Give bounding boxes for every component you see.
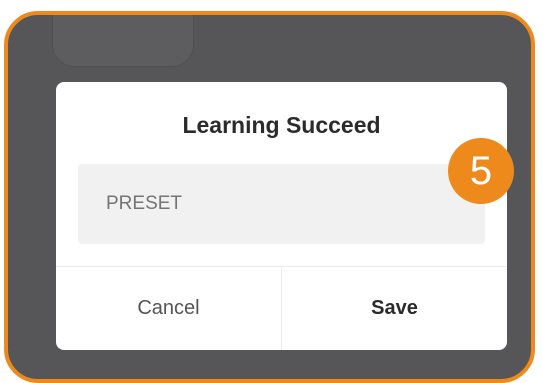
preset-name-input[interactable]: [78, 164, 485, 244]
learning-result-dialog: Learning Succeed Cancel Save: [56, 82, 507, 350]
cancel-button[interactable]: Cancel: [56, 267, 281, 350]
save-button[interactable]: Save: [282, 267, 507, 350]
device-frame: + Learning Succeed Cancel Save: [4, 11, 535, 383]
plus-icon: +: [111, 11, 130, 12]
dialog-title: Learning Succeed: [182, 112, 381, 138]
step-number-badge: 5: [448, 138, 514, 204]
background-add-tile: +: [52, 11, 194, 67]
